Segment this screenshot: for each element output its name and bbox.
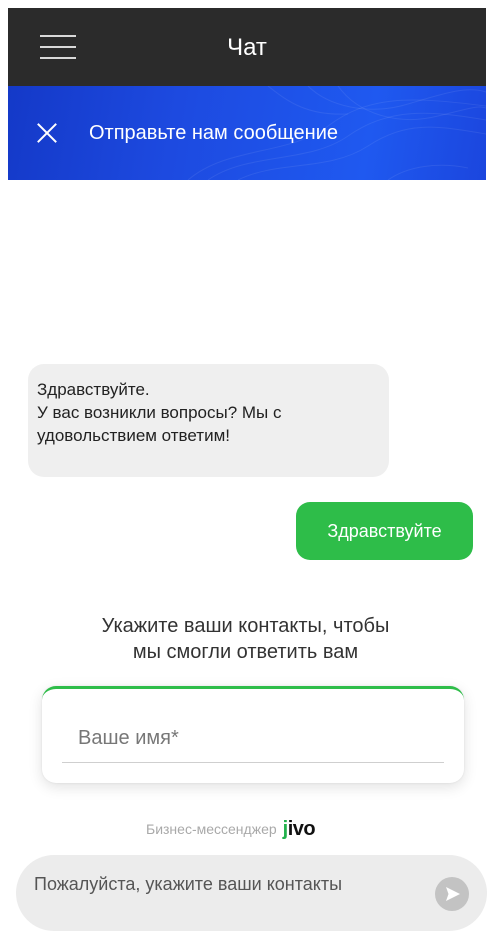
operator-message: Здравствуйте. У вас возникли вопросы? Мы… xyxy=(28,364,389,477)
message-composer[interactable]: Пожалуйста, укажите ваши контакты xyxy=(16,855,487,931)
chat-header: Отправьте нам сообщение xyxy=(8,86,486,180)
close-icon[interactable] xyxy=(36,122,58,144)
branding-text: Бизнес-мессенджер xyxy=(146,821,277,837)
page-title: Чат xyxy=(227,34,267,61)
contact-prompt: Укажите ваши контакты, чтобы мы смогли о… xyxy=(0,613,491,665)
message-line: Здравствуйте. xyxy=(37,380,150,399)
message-line: удовольствием ответим! xyxy=(37,426,230,445)
prompt-line: Укажите ваши контакты, чтобы xyxy=(101,615,390,637)
message-line: У вас возникли вопросы? Мы с xyxy=(37,403,282,422)
chat-header-title: Отправьте нам сообщение xyxy=(89,122,338,144)
send-button[interactable] xyxy=(435,877,469,911)
contact-form xyxy=(42,686,464,783)
branding[interactable]: Бизнес-мессенджер jivo xyxy=(146,816,316,842)
send-icon xyxy=(446,887,460,901)
prompt-line: мы смогли ответить вам xyxy=(132,641,359,663)
app-bar: Чат xyxy=(8,8,486,86)
name-field[interactable] xyxy=(62,715,444,763)
composer-placeholder[interactable]: Пожалуйста, укажите ваши контакты xyxy=(34,873,394,895)
jivo-logo: jivo xyxy=(282,817,316,840)
visitor-message: Здравствуйте xyxy=(296,502,473,560)
